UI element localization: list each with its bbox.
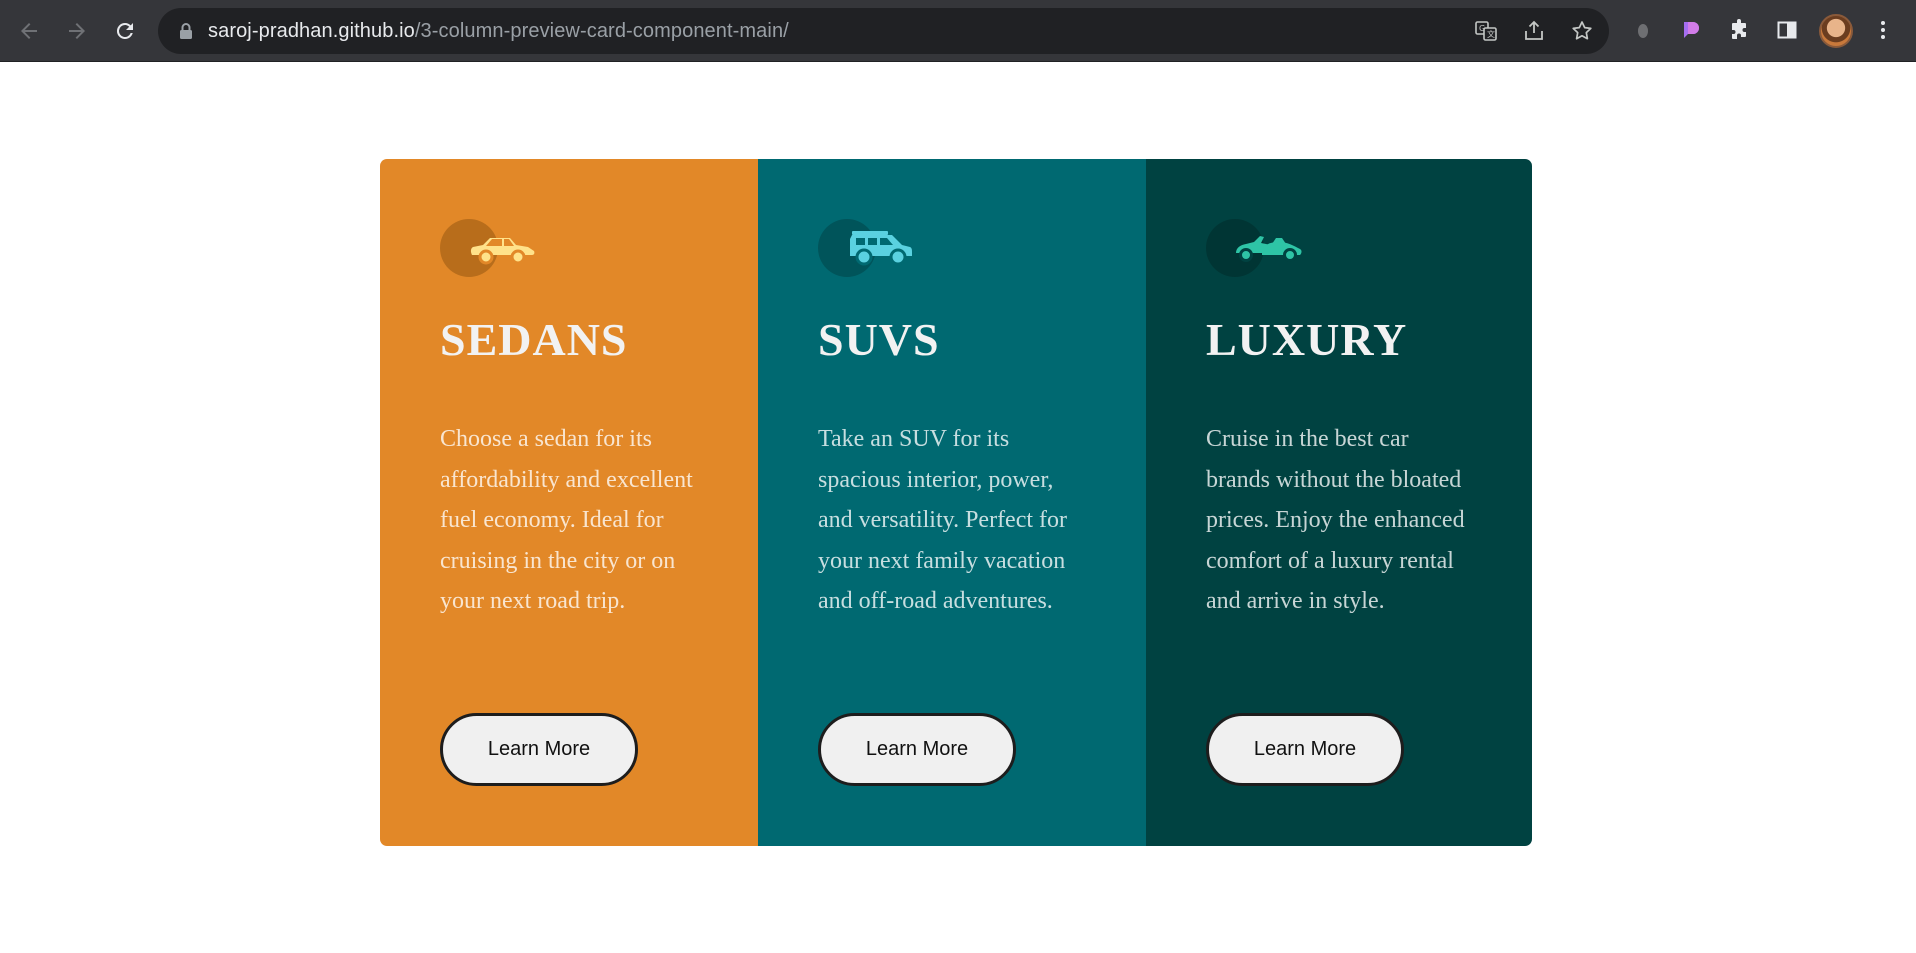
- card-suvs: SUVS Take an SUV for its spacious interi…: [758, 159, 1146, 846]
- svg-text:文: 文: [1487, 29, 1495, 39]
- card-title: SEDANS: [440, 314, 628, 365]
- url-host: saroj-pradhan.github.io: [208, 20, 415, 42]
- avatar[interactable]: [1819, 14, 1853, 48]
- lock-icon[interactable]: [178, 22, 194, 40]
- svg-text:G: G: [1479, 24, 1485, 33]
- menu-icon[interactable]: [1869, 16, 1897, 44]
- card-description: Take an SUV for its spacious interior, p…: [818, 426, 1068, 614]
- url-text[interactable]: saroj-pradhan.github.io/3-column-preview…: [208, 20, 789, 43]
- card-description: Cruise in the best car brands without th…: [1206, 426, 1465, 614]
- card-description: Choose a sedan for its affordability and…: [440, 426, 693, 614]
- card-luxury: LUXURY Cruise in the best car brands wit…: [1146, 159, 1532, 846]
- forward-icon[interactable]: [60, 14, 94, 48]
- bookmark-star-icon[interactable]: [1570, 19, 1594, 43]
- url-path: /3-column-preview-card-component-main/: [414, 20, 789, 42]
- card-title: SUVS: [818, 314, 940, 365]
- share-icon[interactable]: [1522, 19, 1546, 43]
- luxury-car-icon: [1206, 219, 1306, 279]
- card-sedans: SEDANS Choose a sedan for its affordabil…: [380, 159, 758, 846]
- learn-more-button[interactable]: Learn More: [1206, 713, 1404, 786]
- sedan-icon: [440, 219, 540, 279]
- puzzle-icon[interactable]: [1725, 16, 1753, 44]
- address-bar[interactable]: saroj-pradhan.github.io/3-column-preview…: [158, 8, 1609, 54]
- extension-icon[interactable]: [1629, 16, 1657, 44]
- back-icon[interactable]: [12, 14, 46, 48]
- card-title: LUXURY: [1206, 314, 1408, 365]
- card-grid: SEDANS Choose a sedan for its affordabil…: [380, 159, 1532, 846]
- extension-icon[interactable]: [1677, 16, 1705, 44]
- browser-toolbar: saroj-pradhan.github.io/3-column-preview…: [0, 0, 1916, 62]
- translate-icon[interactable]: G文: [1474, 19, 1498, 43]
- reload-icon[interactable]: [108, 14, 142, 48]
- suv-icon: [818, 219, 918, 279]
- learn-more-button[interactable]: Learn More: [440, 713, 638, 786]
- learn-more-button[interactable]: Learn More: [818, 713, 1016, 786]
- side-panel-icon[interactable]: [1773, 16, 1801, 44]
